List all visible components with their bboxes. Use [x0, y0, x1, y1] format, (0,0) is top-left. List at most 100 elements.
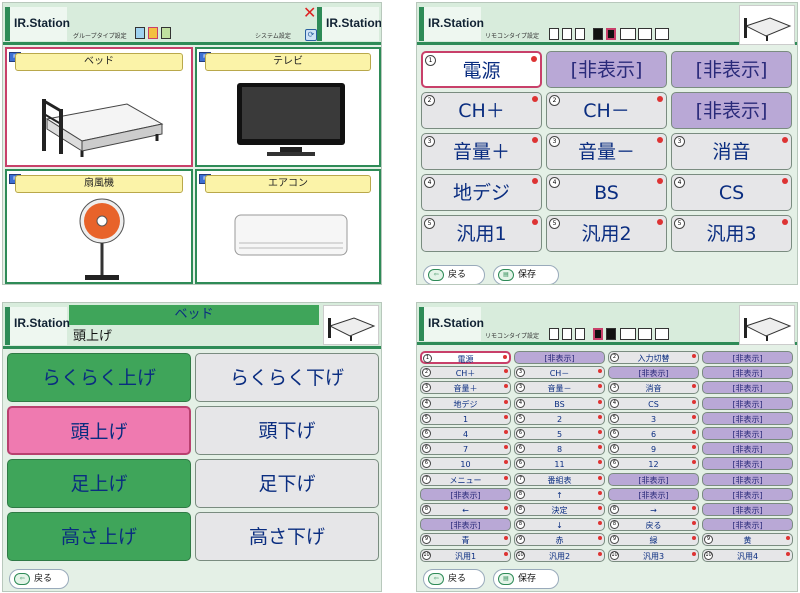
remote-button[interactable]: 10 汎用1	[420, 548, 511, 562]
remote-button[interactable]: 5 汎用1	[421, 215, 542, 252]
remote-button[interactable]: 64	[420, 427, 511, 440]
remote-button[interactable]: [非表示]	[671, 51, 792, 88]
remote-button[interactable]: 51	[420, 411, 511, 425]
remote-button[interactable]: 10 汎用4	[702, 548, 793, 562]
remote-button[interactable]: 4 CS	[671, 174, 792, 211]
device-card-bed[interactable]: ≋ ベッド	[5, 47, 193, 167]
type-1-icon[interactable]	[593, 28, 603, 40]
remote-button[interactable]: [非表示]	[702, 351, 793, 364]
layout-9-icon[interactable]	[575, 28, 585, 40]
remote-button[interactable]: 3 消音	[608, 381, 699, 395]
layout-9-icon[interactable]	[575, 328, 585, 340]
back-button[interactable]: ⇦ 戻る	[423, 569, 485, 589]
layout-9-icon[interactable]	[161, 27, 171, 39]
system-settings-gear-icon[interactable]: ⟳	[305, 29, 317, 41]
remote-button[interactable]: 3 消音	[671, 133, 792, 170]
remote-button[interactable]: 8 →	[608, 503, 699, 516]
remote-button[interactable]: 3 音量＋	[421, 133, 542, 170]
remote-button[interactable]: 68	[514, 442, 605, 456]
device-card-tv[interactable]: ≋ テレビ	[195, 47, 381, 167]
layout-4-icon[interactable]	[148, 27, 158, 39]
remote-button[interactable]: 7 番組表	[514, 472, 605, 486]
remote-button[interactable]: 8 ↓	[514, 518, 605, 532]
remote-button[interactable]: [非表示]	[702, 396, 793, 410]
remote-button[interactable]: [非表示]	[546, 51, 667, 88]
save-button[interactable]: ▤ 保存	[493, 265, 559, 284]
layout-1-icon[interactable]	[135, 27, 145, 39]
remote-button[interactable]: 1 電源	[421, 51, 542, 88]
remote-button[interactable]: 9青	[420, 533, 511, 547]
remote-button[interactable]: [非表示]	[702, 472, 793, 486]
back-button[interactable]: ⇦ 戻る	[9, 569, 69, 589]
remote-button[interactable]: 7 メニュー	[420, 472, 511, 486]
remote-button[interactable]: [非表示]	[702, 487, 793, 501]
close-icon[interactable]: ✕	[303, 5, 316, 21]
remote-button[interactable]: 6 10	[420, 457, 511, 471]
bed-action-button[interactable]: 高さ下げ	[195, 512, 379, 561]
aircon-icon[interactable]	[638, 328, 652, 340]
remote-button[interactable]: [非表示]	[702, 381, 793, 395]
device-card-fan[interactable]: ≋ 扇風機	[5, 169, 193, 284]
remote-button[interactable]: 6 11	[514, 457, 605, 471]
bed-action-button[interactable]: 頭下げ	[195, 406, 379, 455]
remote-button[interactable]: 4 地デジ	[421, 174, 542, 211]
back-button[interactable]: ⇦ 戻る	[423, 265, 485, 284]
remote-button[interactable]: 4 地デジ	[420, 396, 511, 410]
remote-button[interactable]: [非表示]	[420, 487, 511, 501]
remote-button[interactable]: 5 汎用3	[671, 215, 792, 252]
bed-action-button[interactable]: らくらく上げ	[7, 353, 191, 402]
remote-button[interactable]: 4 BS	[546, 174, 667, 211]
remote-button[interactable]: 9赤	[514, 533, 605, 547]
remote-button[interactable]: 65	[514, 427, 605, 440]
remote-button[interactable]: [非表示]	[608, 472, 699, 486]
remote-button[interactable]: 1 電源	[420, 351, 511, 364]
save-button[interactable]: ▤ 保存	[493, 569, 559, 589]
remote-button[interactable]: 2 入力切替	[608, 351, 699, 364]
remote-button[interactable]: 3 CH－	[514, 366, 605, 380]
remote-button[interactable]: 4 CS	[608, 396, 699, 410]
remote-button[interactable]: 69	[608, 442, 699, 456]
remote-button[interactable]: [非表示]	[702, 442, 793, 456]
bed-action-button[interactable]: 高さ上げ	[7, 512, 191, 561]
bed-action-button[interactable]: 頭上げ	[7, 406, 191, 455]
remote-button[interactable]: 8 戻る	[608, 518, 699, 532]
remote-button[interactable]: [非表示]	[671, 92, 792, 129]
layout-4-icon[interactable]	[562, 28, 572, 40]
remote-button[interactable]: 53	[608, 411, 699, 425]
remote-button[interactable]: 10 汎用3	[608, 548, 699, 562]
bed-icon[interactable]	[655, 328, 669, 340]
remote-button[interactable]: 2 CH＋	[420, 366, 511, 380]
remote-button[interactable]: 3 音量－	[546, 133, 667, 170]
remote-button[interactable]: 8 ←	[420, 503, 511, 516]
remote-button[interactable]: 9黄	[702, 533, 793, 547]
remote-button[interactable]: [非表示]	[702, 518, 793, 532]
layout-4-icon[interactable]	[562, 328, 572, 340]
layout-1-icon[interactable]	[549, 28, 559, 40]
bed-action-button[interactable]: 足上げ	[7, 459, 191, 508]
type-2-icon[interactable]	[606, 328, 616, 340]
remote-button[interactable]: [非表示]	[702, 427, 793, 440]
remote-button[interactable]: [非表示]	[702, 411, 793, 425]
remote-button[interactable]: 3 音量＋	[420, 381, 511, 395]
remote-button[interactable]: 4 BS	[514, 396, 605, 410]
bed-action-button[interactable]: 足下げ	[195, 459, 379, 508]
device-card-aircon[interactable]: ≋ エアコン	[195, 169, 381, 284]
remote-button[interactable]: [非表示]	[420, 518, 511, 532]
remote-button[interactable]: [非表示]	[702, 457, 793, 471]
remote-button[interactable]: 67	[420, 442, 511, 456]
remote-button[interactable]: 66	[608, 427, 699, 440]
aircon-icon[interactable]	[638, 28, 652, 40]
type-2-icon[interactable]	[606, 28, 616, 40]
remote-button[interactable]: 8 決定	[514, 503, 605, 516]
remote-button[interactable]: 8 ↑	[514, 487, 605, 501]
remote-button[interactable]: [非表示]	[514, 351, 605, 364]
type-1-icon[interactable]	[593, 328, 603, 340]
remote-button[interactable]: 5 汎用2	[546, 215, 667, 252]
remote-button[interactable]: 6 12	[608, 457, 699, 471]
bed-action-button[interactable]: らくらく下げ	[195, 353, 379, 402]
remote-button[interactable]: 52	[514, 411, 605, 425]
remote-button[interactable]: 9緑	[608, 533, 699, 547]
remote-button[interactable]: 10 汎用2	[514, 548, 605, 562]
recorder-icon[interactable]	[620, 28, 636, 40]
bed-icon[interactable]	[655, 28, 669, 40]
